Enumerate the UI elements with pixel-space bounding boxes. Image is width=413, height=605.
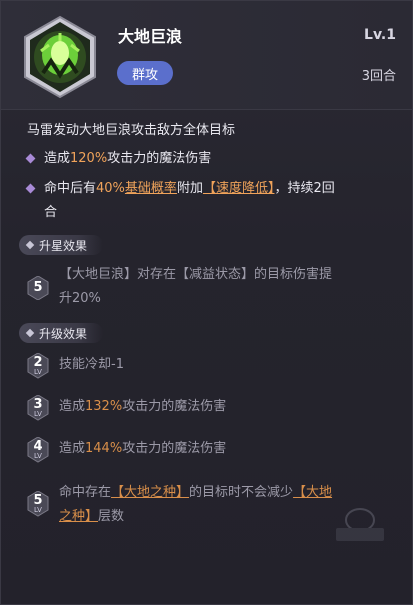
upgrade-effect-section-label: 升级效果 [19,323,103,343]
star-5-badge: 5 [27,276,49,300]
star-effect-text: 【大地巨浪】对存在【减益状态】的目标伤害提 升20% [59,267,333,306]
skill-description: 马雷发动大地巨浪攻击敌方全体目标 [27,123,236,138]
skill-header: 大地巨浪 Lv.1 群攻 3回合 [1,1,412,109]
skill-level: Lv.1 [364,27,396,43]
star-effect-section-label: 升星效果 [19,235,103,255]
upgrade-lv2-text: 技能冷却-1 [59,357,124,372]
upgrade-lv2-badge: 2 LV [27,353,49,379]
diamond-bullet-icon [25,153,36,164]
skill-type-tag: 群攻 [117,61,173,85]
speed-down-status-link[interactable]: 【速度降低】 [203,181,275,196]
section-dot-icon [25,328,35,338]
upgrade-lv4-badge: 4 LV [27,437,49,463]
section-dot-icon [25,240,35,250]
recommend-stamp-icon [336,508,384,541]
upgrade-lv5-text: 命中存在【大地之种】的目标时不会减少【大地 之种】层数 [59,485,333,524]
upgrade-lv5-badge: 5 LV [27,491,49,517]
earth-seed-link[interactable]: 【大地之种】 [111,485,189,500]
upgrade-lv3-text: 造成132%攻击力的魔法伤害 [59,399,227,414]
effect-item-slow: 命中后有40%基础概率附加【速度降低】，持续2回 [25,177,335,201]
diamond-bullet-icon [25,183,36,194]
effect-item-damage: 造成120%攻击力的魔法伤害 [25,147,211,171]
header-divider [1,109,412,110]
earth-seed-link-2[interactable]: 【大地 [293,485,332,500]
skill-cooldown: 3回合 [361,69,396,84]
skill-name: 大地巨浪 [118,27,183,46]
earth-wave-skill-icon [24,15,96,99]
earth-seed-link-2b[interactable]: 之种】 [59,509,98,524]
effect-item-slow-cont: 合 [44,205,58,220]
upgrade-lv3-badge: 3 LV [27,395,49,421]
base-chance-link[interactable]: 基础概率 [125,181,177,196]
skill-tooltip-panel: 大地巨浪 Lv.1 群攻 3回合 马雷发动大地巨浪攻击敌方全体目标 造成120%… [0,0,413,605]
upgrade-lv4-text: 造成144%攻击力的魔法伤害 [59,441,227,456]
